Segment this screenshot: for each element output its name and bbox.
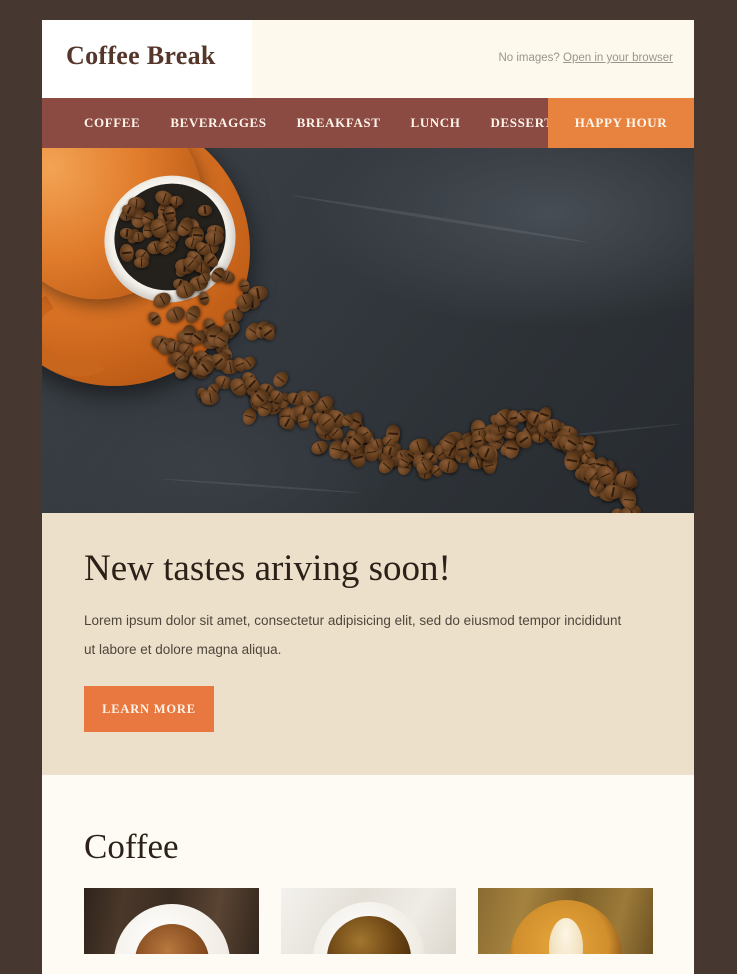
coffee-bean (133, 256, 149, 269)
coffee-card-latte[interactable] (478, 888, 653, 954)
open-in-browser-link[interactable]: Open in your browser (563, 52, 673, 64)
main-navigation: COFFEE BEVERAGGES BREAKFAST LUNCH DESSER… (42, 98, 694, 148)
email-preview-page: Coffee Break No images? Open in your bro… (0, 0, 737, 974)
nav-item-happy-hour[interactable]: HAPPY HOUR (548, 98, 694, 148)
nav-item-coffee[interactable]: COFFEE (84, 115, 140, 131)
promo-title: New tastes ariving soon! (84, 548, 451, 589)
coffee-section: Coffee (42, 775, 694, 974)
email-body: Coffee Break No images? Open in your bro… (42, 20, 694, 974)
nav-item-list: COFFEE BEVERAGGES BREAKFAST LUNCH DESSER… (42, 98, 591, 148)
coffee-card-black-coffee[interactable] (281, 888, 456, 954)
nav-item-breakfast[interactable]: BREAKFAST (297, 115, 381, 131)
email-header: Coffee Break No images? Open in your bro… (42, 20, 694, 98)
cappuccino-photo (84, 888, 259, 954)
coffee-card-cappuccino[interactable] (84, 888, 259, 954)
promo-section: New tastes ariving soon! Lorem ipsum dol… (42, 513, 694, 775)
nav-cta-label: HAPPY HOUR (574, 115, 668, 130)
coffee-card-row (84, 888, 653, 954)
nav-item-lunch[interactable]: LUNCH (411, 115, 461, 131)
preheader-prefix: No images? (498, 52, 560, 64)
promo-body-text: Lorem ipsum dolor sit amet, consectetur … (84, 613, 622, 657)
brand-logo[interactable]: Coffee Break (66, 41, 216, 71)
learn-more-button[interactable]: LEARN MORE (84, 686, 214, 732)
learn-more-label: LEARN MORE (102, 701, 196, 716)
hero-image-coffee-beans (42, 148, 694, 513)
nav-item-beveragges[interactable]: BEVERAGGES (170, 115, 266, 131)
section-title-coffee: Coffee (84, 827, 179, 866)
preheader: No images? Open in your browser (498, 52, 673, 64)
black-coffee-photo (281, 888, 456, 954)
